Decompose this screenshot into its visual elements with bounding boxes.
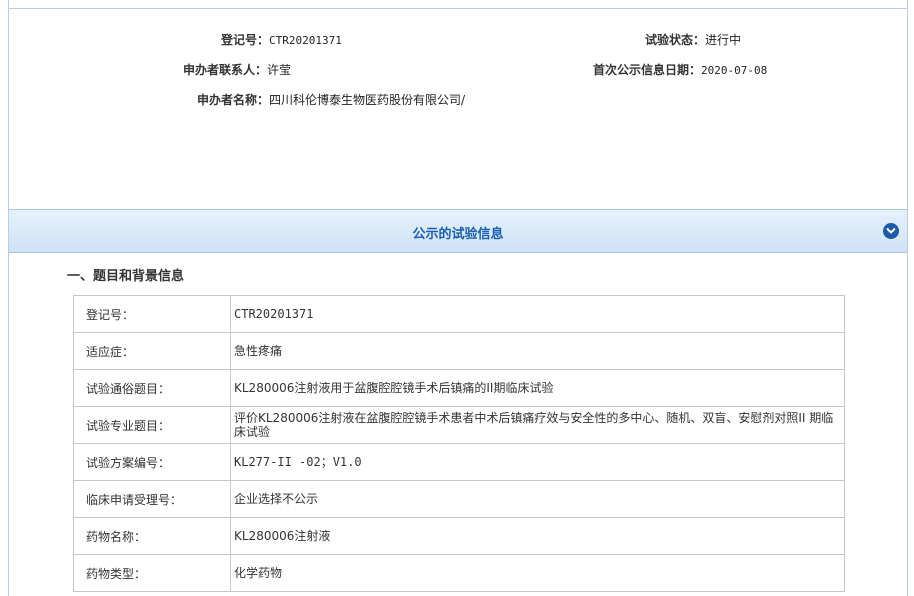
trial-detail-table: 登记号： CTR20201371 适应症： 急性疼痛 试验通俗题目： KL280… — [73, 295, 845, 592]
reg-no-label: 登记号： — [221, 33, 270, 47]
row-label: 适应症： — [73, 332, 231, 370]
row-value: 企业选择不公示 — [230, 480, 845, 518]
banner-title: 公示的试验信息 — [412, 227, 504, 242]
first-pub-info: 首次公示信息日期：2020-07-08 — [593, 61, 767, 78]
table-row: 药物类型： 化学药物 — [73, 554, 845, 592]
status-value: 进行中 — [705, 33, 742, 47]
table-row: 试验专业题目： 评价KL280006注射液在盆腹腔腔镜手术患者中术后镇痛疗效与安… — [73, 406, 845, 444]
row-label: 药物名称： — [73, 517, 231, 555]
row-label: 试验专业题目： — [73, 406, 231, 444]
section-title: 一、题目和背景信息 — [67, 269, 185, 284]
row-label: 登记号： — [73, 295, 231, 333]
frame-top-border — [9, 8, 907, 9]
row-value: 化学药物 — [230, 554, 845, 592]
row-value: 评价KL280006注射液在盆腹腔腔镜手术患者中术后镇痛疗效与安全性的多中心、随… — [230, 406, 845, 444]
table-row: 登记号： CTR20201371 — [73, 295, 845, 333]
row-value: KL277-II -02；V1.0 — [230, 443, 845, 481]
status-info: 试验状态：进行中 — [645, 31, 741, 48]
table-row: 试验方案编号： KL277-II -02；V1.0 — [73, 443, 845, 481]
first-pub-label: 首次公示信息日期： — [593, 63, 702, 77]
row-value: 急性疼痛 — [230, 332, 845, 370]
table-row: 试验通俗题目： KL280006注射液用于盆腹腔腔镜手术后镇痛的II期临床试验 — [73, 369, 845, 407]
row-value: KL280006注射液用于盆腹腔腔镜手术后镇痛的II期临床试验 — [230, 369, 845, 407]
sponsor-info: 申办者名称：四川科伦博泰生物医药股份有限公司/ — [197, 91, 465, 108]
sponsor-value: 四川科伦博泰生物医药股份有限公司/ — [269, 93, 466, 107]
table-row: 临床申请受理号： 企业选择不公示 — [73, 480, 845, 518]
reg-no-info: 登记号：CTR20201371 — [221, 31, 342, 48]
table-row: 适应症： 急性疼痛 — [73, 332, 845, 370]
page-frame: 登记号：CTR20201371 试验状态：进行中 申办者联系人：许莹 首次公示信… — [8, 0, 908, 596]
status-label: 试验状态： — [645, 33, 706, 47]
row-label: 试验通俗题目： — [73, 369, 231, 407]
row-label: 试验方案编号： — [73, 443, 231, 481]
row-value: CTR20201371 — [230, 295, 845, 333]
row-label: 临床申请受理号： — [73, 480, 231, 518]
table-row: 药物名称： KL280006注射液 — [73, 517, 845, 555]
contact-label: 申办者联系人： — [183, 63, 268, 77]
contact-info: 申办者联系人：许莹 — [183, 61, 291, 78]
chevron-down-circle-icon[interactable] — [883, 223, 899, 239]
row-value: KL280006注射液 — [230, 517, 845, 555]
reg-no-value: CTR20201371 — [269, 34, 342, 47]
sponsor-label: 申办者名称： — [197, 93, 270, 107]
first-pub-value: 2020-07-08 — [701, 64, 768, 77]
contact-value: 许莹 — [267, 63, 292, 77]
row-label: 药物类型： — [73, 554, 231, 592]
trial-info-banner[interactable]: 公示的试验信息 — [9, 209, 907, 253]
